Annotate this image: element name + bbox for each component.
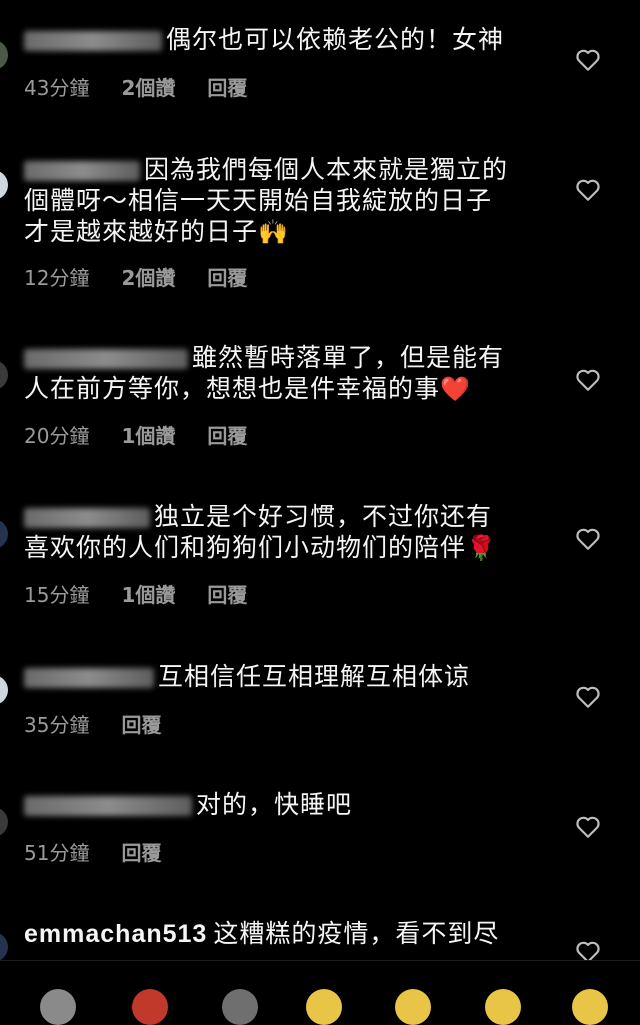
reply-button[interactable]: 回覆 [207, 262, 247, 291]
comment-body-line3: 才是越來越好的日子 [24, 217, 259, 246]
username-blurred[interactable] [24, 508, 150, 528]
comment-body-line1: 因為我們每個人本來就是獨立的 [144, 155, 509, 184]
username-blurred[interactable] [24, 349, 188, 369]
comment-time: 51分鐘 [24, 841, 90, 865]
username-blurred[interactable] [24, 31, 162, 51]
comment-body-line2: 個體呀～相信一天天開始自我綻放的日子 [24, 186, 493, 215]
red-heart-icon: ❤️ [440, 375, 471, 403]
heart-outline-icon[interactable] [575, 48, 601, 72]
username-blurred[interactable] [24, 796, 192, 816]
comment-meta: 15分鐘 1個讚 回覆 [24, 579, 247, 608]
comment-meta: 51分鐘 回覆 [24, 837, 161, 866]
comment-time: 15分鐘 [24, 583, 90, 607]
comment-likes[interactable]: 1個讚 [121, 579, 175, 608]
comment-time: 35分鐘 [24, 713, 90, 737]
rose-icon: 🌹 [466, 534, 497, 562]
comment-text: 对的，快睡吧 [24, 789, 564, 820]
username[interactable]: emmachan513 [24, 920, 207, 948]
comment-body: 这糟糕的疫情，看不到尽 [213, 919, 500, 948]
comment-likes[interactable]: 1個讚 [121, 420, 175, 449]
username-blurred[interactable] [24, 161, 140, 181]
username-blurred[interactable] [24, 668, 154, 688]
reaction-bar [0, 960, 640, 1025]
reaction-emoji[interactable] [485, 989, 521, 1025]
comment-body-line2: 喜欢你的人们和狗狗们小动物们的陪伴 [24, 533, 467, 562]
avatar[interactable] [0, 932, 8, 962]
comment-body: 互相信任互相理解互相体谅 [158, 662, 471, 691]
comment-body: 偶尔也可以依赖老公的！女神 [166, 25, 505, 54]
comment-time: 20分鐘 [24, 424, 90, 448]
avatar[interactable] [0, 170, 8, 200]
comment-likes[interactable]: 2個讚 [121, 262, 175, 291]
avatar[interactable] [0, 360, 8, 390]
reaction-emoji[interactable] [572, 989, 608, 1025]
comment-body-line1: 独立是个好习惯，不过你还有 [154, 502, 493, 531]
comment-text: emmachan513 这糟糕的疫情，看不到尽 [24, 918, 564, 950]
comment-text: 雖然暫時落單了，但是能有 人在前方等你，想想也是件幸福的事❤️ [24, 342, 564, 405]
comment-text: 因為我們每個人本來就是獨立的 個體呀～相信一天天開始自我綻放的日子 才是越來越好… [24, 154, 564, 248]
comment-meta: 12分鐘 2個讚 回覆 [24, 262, 247, 291]
reaction-emoji[interactable] [132, 989, 168, 1025]
comment-text: 独立是个好习惯，不过你还有 喜欢你的人们和狗狗们小动物们的陪伴🌹 [24, 501, 564, 564]
avatar[interactable] [0, 519, 8, 549]
heart-outline-icon[interactable] [575, 685, 601, 709]
comment-time: 12分鐘 [24, 266, 90, 290]
reply-button[interactable]: 回覆 [207, 72, 247, 101]
heart-outline-icon[interactable] [575, 527, 601, 551]
reply-button[interactable]: 回覆 [121, 709, 161, 738]
reaction-emoji[interactable] [306, 989, 342, 1025]
avatar[interactable] [0, 807, 8, 837]
reaction-emoji[interactable] [395, 989, 431, 1025]
reply-button[interactable]: 回覆 [207, 579, 247, 608]
comment-meta: 20分鐘 1個讚 回覆 [24, 420, 247, 449]
comment-likes[interactable]: 2個讚 [121, 72, 175, 101]
reaction-emoji[interactable] [222, 989, 258, 1025]
avatar[interactable] [0, 40, 8, 70]
heart-outline-icon[interactable] [575, 178, 601, 202]
comment-text: 偶尔也可以依赖老公的！女神 [24, 24, 564, 55]
comment-body-line1: 雖然暫時落單了，但是能有 [192, 343, 505, 372]
heart-outline-icon[interactable] [575, 368, 601, 392]
comment-body-line2: 人在前方等你，想想也是件幸福的事 [24, 374, 441, 403]
reply-button[interactable]: 回覆 [121, 837, 161, 866]
comment-meta: 43分鐘 2個讚 回覆 [24, 72, 247, 101]
heart-outline-icon[interactable] [575, 815, 601, 839]
comment-text: 互相信任互相理解互相体谅 [24, 661, 564, 692]
avatar[interactable] [0, 675, 8, 705]
comment-body: 对的，快睡吧 [196, 790, 353, 819]
comment-time: 43分鐘 [24, 76, 90, 100]
raising-hands-icon: 🙌 [258, 218, 289, 246]
reply-button[interactable]: 回覆 [207, 420, 247, 449]
comment-meta: 35分鐘 回覆 [24, 709, 161, 738]
reaction-emoji[interactable] [40, 989, 76, 1025]
